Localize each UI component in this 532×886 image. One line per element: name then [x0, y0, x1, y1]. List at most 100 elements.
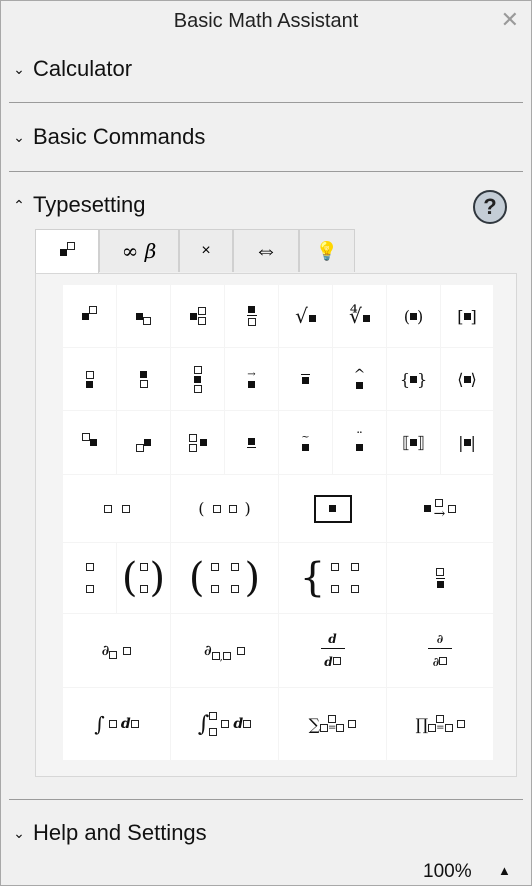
big-paren-left: (: [121, 555, 138, 601]
sum-symbol: ∑: [308, 714, 321, 734]
underbar-template-button[interactable]: [225, 411, 278, 474]
braces-template-button[interactable]: {}: [387, 348, 440, 410]
arrow-over-template-button[interactable]: →: [387, 475, 493, 542]
section-basic-commands-label: Basic Commands: [33, 124, 206, 149]
double-dot-template-button[interactable]: ¨: [333, 411, 386, 474]
paren-row-vector-template-button[interactable]: (): [171, 475, 278, 542]
vector-arrow-template-button[interactable]: →: [225, 348, 278, 410]
arrow-symbol: →: [247, 368, 256, 380]
pre-sub-superscript-template-button[interactable]: [171, 411, 224, 474]
angle-right: ⟩: [470, 369, 477, 389]
boxed-template-button[interactable]: [279, 475, 386, 542]
window-title: Basic Math Assistant: [173, 10, 359, 32]
d-symbol: d: [120, 716, 131, 732]
paren-column-vector-template-button[interactable]: (): [117, 543, 170, 613]
hat-symbol: ^: [353, 366, 366, 383]
section-help-settings[interactable]: ⌄ Help and Settings: [9, 813, 207, 853]
absolute-value-template-button[interactable]: | |: [441, 411, 493, 474]
boxed-frame: [313, 494, 352, 523]
column-vector-template-button[interactable]: [63, 543, 116, 613]
chevron-down-icon: ⌄: [13, 60, 25, 77]
chevron-down-icon: ⌄: [13, 128, 25, 145]
tab-greek-label: ∞ β: [121, 239, 157, 263]
product-template-button[interactable]: ∏ =: [387, 688, 493, 760]
nth-root-symbol: ∜: [349, 304, 362, 328]
sub-superscript-template-button[interactable]: [171, 285, 224, 347]
big-paren-right: ): [244, 555, 261, 601]
tab-templates[interactable]: [35, 229, 99, 274]
nth-root-template-button[interactable]: ∜: [333, 285, 386, 347]
double-dot-symbol: ¨: [356, 430, 363, 446]
brace-left: {: [399, 369, 410, 389]
tilde-template-button[interactable]: ~: [279, 411, 332, 474]
underscript-template-button[interactable]: [117, 348, 170, 410]
stacked-template-button[interactable]: [387, 543, 493, 613]
help-button[interactable]: ?: [473, 190, 507, 224]
zoom-up-arrow-icon[interactable]: ▲: [498, 863, 511, 878]
big-paren-left: (: [188, 555, 205, 601]
abs-right: |: [470, 433, 476, 452]
piecewise-template-button[interactable]: {: [279, 543, 386, 613]
mixed-partial-template-button[interactable]: ∂,: [171, 614, 278, 687]
prod-symbol: ∏: [415, 714, 429, 734]
tab-operators[interactable]: ×: [179, 229, 233, 272]
d-symbol-bottom: d: [324, 654, 333, 669]
divider: [9, 799, 523, 800]
brackets-template-button[interactable]: []: [441, 285, 493, 347]
tab-hints[interactable]: 💡: [299, 229, 355, 272]
fraction-template-button[interactable]: [225, 285, 278, 347]
tab-greek-symbols[interactable]: ∞ β: [99, 229, 179, 272]
eq-symbol: =: [328, 722, 337, 734]
eq-symbol: =: [436, 722, 445, 734]
lightbulb-icon: 💡: [315, 240, 339, 261]
close-icon[interactable]: ✕: [501, 7, 519, 33]
big-paren-right: ): [149, 555, 166, 601]
tab-operators-label: ×: [201, 242, 211, 259]
big-brace-left: {: [299, 555, 326, 601]
paren-right: ): [244, 499, 251, 518]
power-template-icon: [59, 241, 75, 264]
arrow-symbol: →: [433, 505, 446, 522]
paren-left: (: [198, 499, 205, 518]
row-vector-template-button[interactable]: [63, 475, 170, 542]
section-help-settings-label: Help and Settings: [33, 820, 207, 845]
partial-fraction-template-button[interactable]: ∂ ∂: [387, 614, 493, 687]
d-symbol-top: d: [328, 631, 337, 646]
section-basic-commands[interactable]: ⌄ Basic Commands: [9, 117, 205, 157]
parentheses-template-button[interactable]: (): [387, 285, 440, 347]
over-under-template-button[interactable]: [171, 348, 224, 410]
section-calculator-label: Calculator: [33, 56, 133, 81]
tab-relations-label: ⇔: [254, 237, 278, 264]
partial-symbol-top: ∂: [436, 631, 444, 646]
d-symbol: d: [233, 716, 244, 732]
integral-template-button[interactable]: ∫ d: [63, 688, 170, 760]
matrix-template-button[interactable]: (): [171, 543, 278, 613]
pre-superscript-template-button[interactable]: [63, 411, 116, 474]
power-template-button[interactable]: [63, 285, 116, 347]
divider: [9, 171, 523, 172]
overbar-template-button[interactable]: [279, 348, 332, 410]
derivative-template-button[interactable]: dd: [279, 614, 386, 687]
partial-derivative-template-button[interactable]: ∂: [63, 614, 170, 687]
under-over-template-button[interactable]: [63, 348, 116, 410]
integral-symbol: ∫: [94, 712, 105, 736]
definite-integral-template-button[interactable]: ∫ d: [171, 688, 278, 760]
pre-subscript-template-button[interactable]: [117, 411, 170, 474]
double-brackets-template-button[interactable]: ⟦ ⟧: [387, 411, 440, 474]
hat-template-button[interactable]: ^: [333, 348, 386, 410]
divider: [9, 102, 523, 103]
title-bar: Basic Math Assistant ✕: [1, 1, 531, 43]
partial-symbol: ∂: [101, 642, 110, 659]
section-calculator[interactable]: ⌄ Calculator: [9, 49, 132, 89]
summation-template-button[interactable]: ∑ =: [279, 688, 386, 760]
sqrt-symbol: √: [295, 304, 308, 328]
square-root-template-button[interactable]: √: [279, 285, 332, 347]
angle-brackets-template-button[interactable]: ⟨ ⟩: [441, 348, 493, 410]
chevron-down-icon: ⌄: [13, 824, 25, 841]
zoom-level[interactable]: 100%: [423, 861, 472, 883]
double-bracket-left: ⟦: [402, 433, 410, 452]
tab-relations[interactable]: ⇔: [233, 229, 299, 272]
integral-symbol: ∫: [197, 711, 210, 737]
section-typesetting[interactable]: ⌃ Typesetting: [9, 185, 145, 225]
subscript-template-button[interactable]: [117, 285, 170, 347]
